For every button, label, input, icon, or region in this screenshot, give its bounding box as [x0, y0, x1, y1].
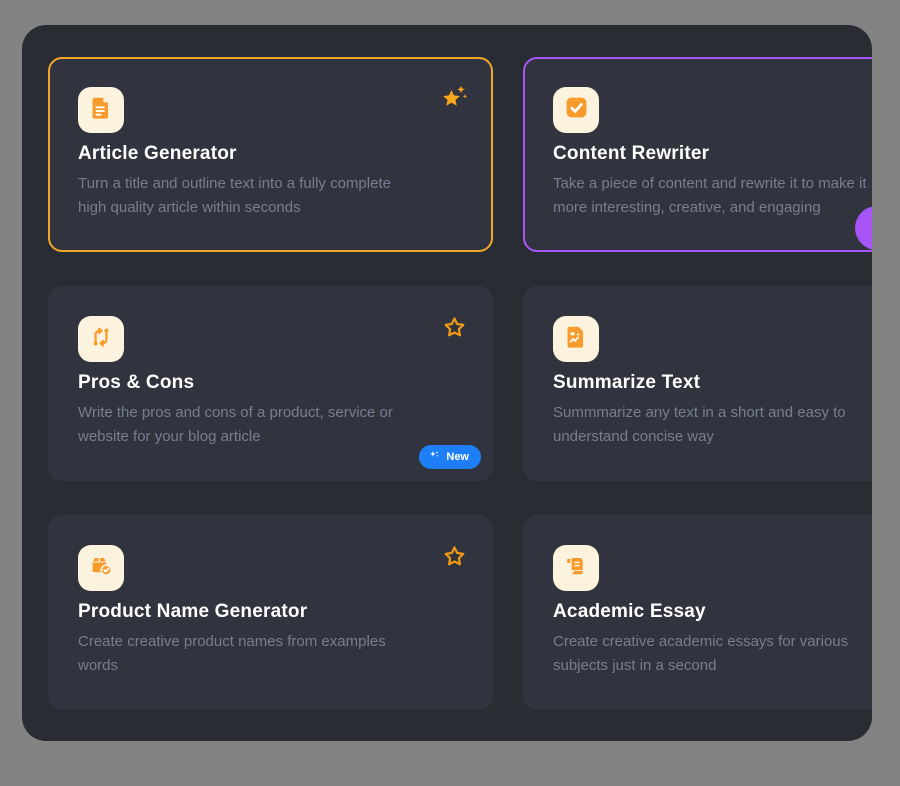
template-card-academic-essay[interactable]: Academic Essay Create creative academic … — [523, 515, 872, 710]
card-title: Pros & Cons — [78, 372, 463, 394]
icon-box — [78, 87, 124, 133]
package-check-icon — [88, 553, 114, 584]
outline-star[interactable] — [439, 312, 469, 342]
new-badge: New — [419, 445, 481, 469]
sparkle-icon — [428, 449, 441, 465]
card-title: Content Rewriter — [553, 143, 872, 165]
icon-box — [553, 87, 599, 133]
icon-box — [78, 316, 124, 362]
card-description: Take a piece of content and rewrite it t… — [553, 172, 872, 220]
template-card-summarize-text[interactable]: Summarize Text Summmarize any text in a … — [523, 286, 872, 481]
template-card-product-name-generator[interactable]: Product Name Generator Create creative p… — [48, 515, 493, 710]
summary-document-icon — [563, 324, 589, 355]
card-title: Article Generator — [78, 143, 463, 165]
outline-star[interactable] — [439, 541, 469, 571]
icon-box — [553, 545, 599, 591]
card-description: Write the pros and cons of a product, se… — [78, 401, 463, 449]
card-title: Summarize Text — [553, 372, 872, 394]
card-description: Create creative academic essays for vari… — [553, 630, 872, 678]
card-description: Turn a title and outline text into a ful… — [78, 172, 463, 220]
icon-box — [553, 316, 599, 362]
templates-panel: Article Generator Turn a title and outli… — [22, 25, 872, 741]
icon-box — [78, 545, 124, 591]
filled-sparkle-star[interactable] — [439, 83, 469, 113]
scroll-icon — [563, 553, 589, 584]
template-card-content-rewriter[interactable]: Content Rewriter Take a piece of content… — [523, 57, 872, 252]
card-description: Summmarize any text in a short and easy … — [553, 401, 872, 449]
card-title: Product Name Generator — [78, 601, 463, 623]
template-card-article-generator[interactable]: Article Generator Turn a title and outli… — [48, 57, 493, 252]
card-description: Create creative product names from examp… — [78, 630, 463, 678]
card-title: Academic Essay — [553, 601, 872, 623]
swap-arrows-icon — [88, 324, 114, 355]
templates-grid: Article Generator Turn a title and outli… — [48, 57, 872, 710]
checkbox-icon — [564, 95, 589, 125]
template-card-pros-cons[interactable]: Pros & Cons Write the pros and cons of a… — [48, 286, 493, 481]
document-icon — [88, 95, 114, 126]
